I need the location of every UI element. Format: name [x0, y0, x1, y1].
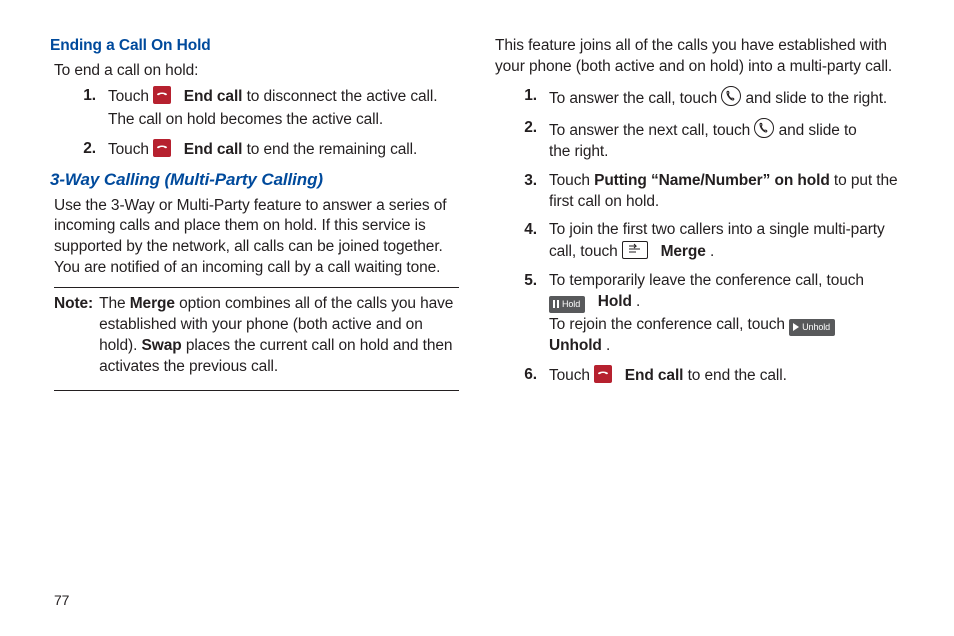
list-item: 1. To answer the call, touch and slide t…	[495, 86, 900, 112]
3way-description: Use the 3-Way or Multi-Party feature to …	[54, 196, 459, 280]
step-number: 1.	[495, 86, 549, 112]
step-number: 1.	[54, 86, 108, 133]
hold-button-icon: Hold	[549, 296, 585, 313]
text: Touch	[108, 88, 153, 105]
list-item: 6. Touch End call to end the call.	[495, 365, 900, 389]
divider	[54, 390, 459, 391]
left-steps-list: 1. Touch End call to disconnect the acti…	[54, 86, 459, 163]
text: to end the call.	[688, 367, 787, 384]
heading-3way-calling: 3-Way Calling (Multi-Party Calling)	[50, 169, 459, 192]
step-body: To answer the call, touch and slide to t…	[549, 86, 900, 112]
right-column: This feature joins all of the calls you …	[495, 36, 900, 586]
two-column-layout: Ending a Call On Hold To end a call on h…	[54, 36, 900, 586]
text: To answer the next call, touch	[549, 122, 754, 139]
text: .	[606, 337, 610, 354]
text: Touch	[549, 172, 594, 189]
text: To answer the call, touch	[549, 90, 721, 107]
left-column: Ending a Call On Hold To end a call on h…	[54, 36, 459, 586]
hold-icon-label: Hold	[562, 296, 580, 313]
text: Touch	[108, 141, 153, 158]
end-call-label: End call	[625, 367, 684, 384]
pause-icon	[553, 300, 559, 308]
hold-label: Hold	[598, 293, 632, 310]
step-number: 3.	[495, 171, 549, 215]
step-body: Touch End call to end the call.	[549, 365, 900, 389]
text: The	[99, 295, 130, 312]
answer-call-icon	[754, 118, 774, 138]
list-item: 3. Touch Putting “Name/Number” on hold t…	[495, 171, 900, 215]
unhold-button-icon: Unhold	[789, 319, 835, 336]
step-number: 5.	[495, 271, 549, 359]
end-call-icon	[594, 365, 612, 383]
text: Touch	[549, 367, 594, 384]
text: to end the remaining call.	[247, 141, 418, 158]
step-body: To join the first two callers into a sin…	[549, 220, 900, 265]
text: To temporarily leave the conference call…	[549, 272, 864, 289]
list-item: 2. To answer the next call, touch and sl…	[495, 118, 900, 165]
text: The call on hold becomes the active call…	[108, 110, 459, 131]
divider	[54, 287, 459, 288]
end-call-label: End call	[184, 88, 243, 105]
step-number: 6.	[495, 365, 549, 389]
step-body: Touch Putting “Name/Number” on hold to p…	[549, 171, 900, 215]
unhold-label: Unhold	[549, 337, 602, 354]
text: To join the first two callers into a sin…	[549, 221, 885, 260]
list-item: 2. Touch End call to end the remaining c…	[54, 139, 459, 163]
putting-on-hold-label: Putting “Name/Number” on hold	[594, 172, 830, 189]
swap-term: Swap	[142, 337, 182, 354]
page-number: 77	[54, 592, 69, 608]
step-number: 4.	[495, 220, 549, 265]
right-steps-list: 1. To answer the call, touch and slide t…	[495, 86, 900, 389]
step-body: Touch End call to end the remaining call…	[108, 139, 459, 163]
merge-icon	[622, 241, 648, 259]
step-body: Touch End call to disconnect the active …	[108, 86, 459, 133]
note-label: Note:	[54, 294, 99, 378]
heading-ending-call-on-hold: Ending a Call On Hold	[50, 36, 459, 57]
manual-page: Ending a Call On Hold To end a call on h…	[0, 0, 954, 636]
note-body: The Merge option combines all of the cal…	[99, 294, 459, 378]
merge-label: Merge	[661, 243, 706, 260]
step-number: 2.	[495, 118, 549, 165]
text: .	[636, 293, 640, 310]
step-number: 2.	[54, 139, 108, 163]
end-call-label: End call	[184, 141, 243, 158]
list-item: 5. To temporarily leave the conference c…	[495, 271, 900, 359]
end-call-icon	[153, 86, 171, 104]
unhold-icon-label: Unhold	[802, 319, 830, 336]
intro-text: To end a call on hold:	[54, 61, 459, 82]
play-icon	[793, 323, 799, 331]
list-item: 1. Touch End call to disconnect the acti…	[54, 86, 459, 133]
end-call-icon	[153, 139, 171, 157]
text: To rejoin the conference call, touch	[549, 316, 789, 333]
text: and slide to the right.	[746, 90, 888, 107]
list-item: 4. To join the first two callers into a …	[495, 220, 900, 265]
step-body: To temporarily leave the conference call…	[549, 271, 900, 359]
answer-call-icon	[721, 86, 741, 106]
text: to disconnect the active call.	[247, 88, 438, 105]
step-body: To answer the next call, touch and slide…	[549, 118, 900, 165]
right-intro: This feature joins all of the calls you …	[495, 36, 900, 78]
note-block: Note: The Merge option combines all of t…	[54, 294, 459, 382]
text: .	[710, 243, 714, 260]
merge-term: Merge	[130, 295, 175, 312]
